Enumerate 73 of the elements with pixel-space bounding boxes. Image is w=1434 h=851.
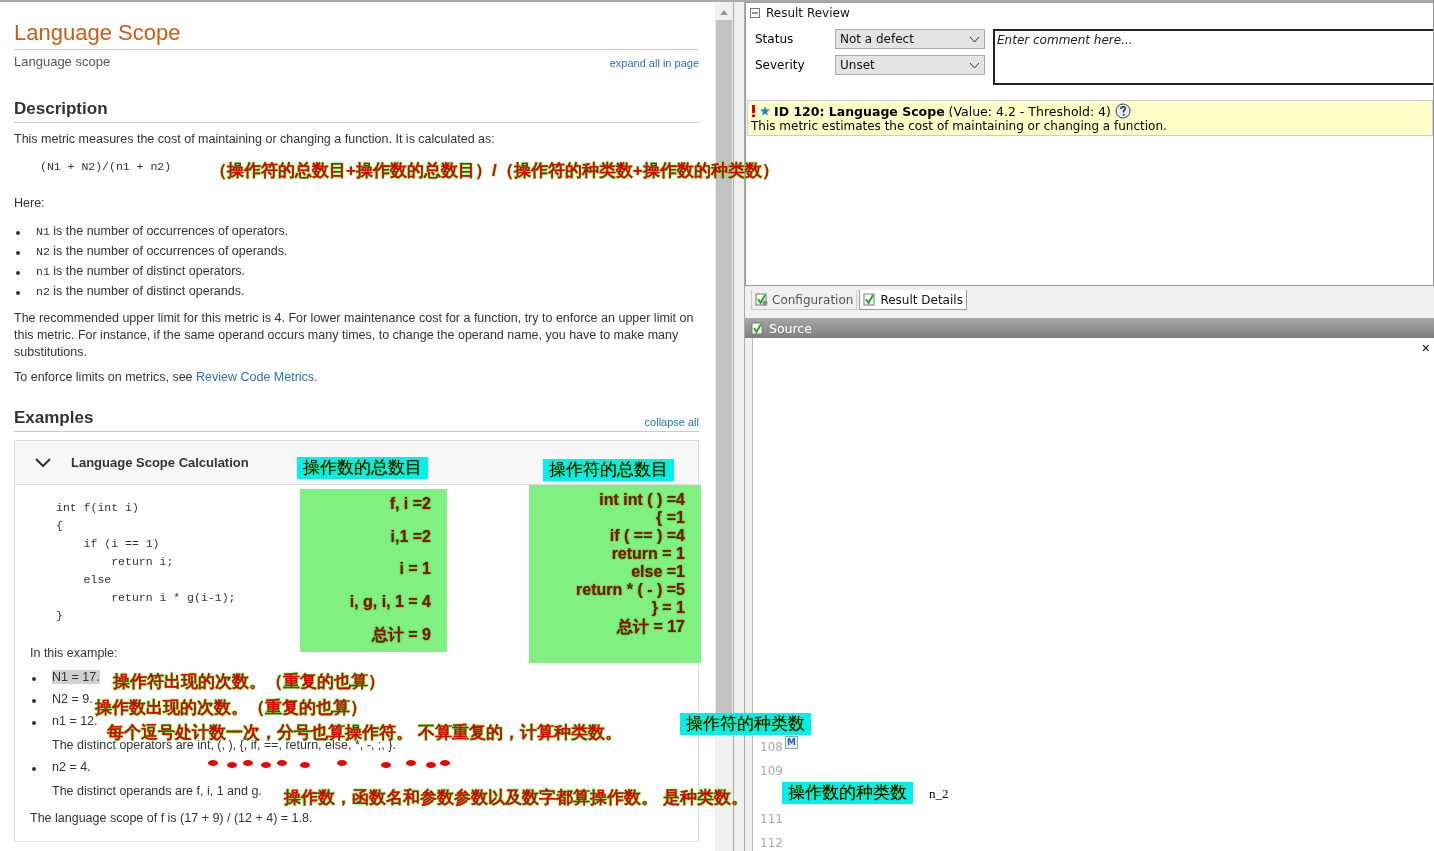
caret-icon [969,61,980,69]
collapse-toggle[interactable] [750,8,760,18]
line-number: 111 [759,812,783,826]
bullet [16,271,20,275]
message-details: (Value: 4.2 - Threshold: 4) [948,103,1111,119]
close-button[interactable]: × [1421,340,1430,356]
star-icon [760,106,770,116]
collapse-all-link[interactable]: collapse all [644,416,699,428]
line-number: 108 [759,740,783,754]
check-icon [863,293,877,306]
caret-icon [969,35,980,43]
source-title: Source [769,320,812,336]
bullet [32,721,36,725]
message-description: This metric estimates the cost of maintaining or changing a function. [751,119,1168,133]
help-icon[interactable] [1114,103,1131,119]
review-metrics-link[interactable]: Review Code Metrics. [196,370,318,384]
example-value: N2 = 9. [52,692,93,706]
bullet [16,251,20,255]
definition-text: N1 is the number of occurrences of operators. [36,224,289,238]
conclusion-text: The language scope of f is (17 + 9) / (12 + 4) = 1.8. [30,810,314,827]
bullet [32,699,36,703]
annotation-box: f, i =2 i,1 =2 i = 1 i, g, i, 1 = 4 总计 = 9 [300,489,447,652]
intro-text: This metric measures the cost of maintaining or changing a function. It is calculated as: [14,131,496,148]
example-intro: In this example: [30,645,119,662]
field-label: Severity [755,58,806,72]
annotation-label: 操作符的种类数 [680,713,811,735]
line-number: 112 [759,836,783,850]
annotation-text: 操作数，函数名和参数参数以及数字都算操作数。 是种类数。 [284,787,748,809]
example-detail: The distinct operands are f, i, 1 and g. [52,784,262,798]
example-value: n1 = 12. [52,714,98,728]
formula: (N1 + N2)/(n1 + n2) [40,160,172,173]
page-subtitle: Language scope [14,54,111,69]
example-value: n2 = 4. [52,760,91,774]
tab[interactable]: Result Details [859,290,967,310]
message-title: ID 120: Language Scope [774,103,945,119]
definition-text: n2 is the number of distinct operands. [36,284,245,298]
expand-all-link[interactable]: expand all in page [609,57,699,69]
limit-paragraph: The recommended upper limit for this metric is 4. For lower maintenance cost for a function, try to enforce an upper limit on this metric. For instance, if the same operand occurs many times, to change the operand name, you have to make many substitutions. [14,310,695,361]
tab[interactable]: Configuration [751,290,858,310]
bullet [32,677,36,681]
bullet [16,231,20,235]
panel-title: Result Review [766,6,850,20]
annotation-label: 操作符的总数目 [543,459,674,481]
page-title: Language Scope [14,20,699,50]
definition-text: n1 is the number of distinct operators. [36,264,246,278]
dropdown[interactable]: Unset [835,55,985,75]
annotation-text: （操作符的总数目+操作数的总数目）/（操作符的种类数+操作数的种类数） [210,160,779,182]
enforce-text: To enforce limits on metrics, see Review Code Metrics. [14,369,319,386]
check-icon [751,321,764,335]
annotation-text: 操作符出现的次数。（重复的也算） [113,671,385,693]
annotation-label: 操作数的总数目 [297,457,428,479]
here-text: Here: [14,195,46,212]
line-number: 109 [759,764,783,778]
minus-icon [752,10,758,16]
section-heading: Description [14,99,699,123]
annotation-label: 操作数的种类数 [782,782,913,804]
field-label: Status [755,32,795,46]
annotation-text: 操作数出现的次数。（重复的也算） [95,697,367,717]
definition-text: N2 is the number of occurrences of operands. [36,244,288,258]
chevron-icon [35,457,51,468]
gear-check-icon [755,293,768,306]
example-value: N1 = 17. [52,670,100,684]
code-text: int f(int i) { if (i == 1) return i; else return i * g(i-1); } [56,500,236,624]
dropdown[interactable]: Not a defect [835,29,985,49]
bullet [16,291,20,295]
exclamation-icon [751,105,756,117]
bookmark-marker: M [785,736,798,749]
scroll-up-icon[interactable] [719,8,729,16]
bullet [32,767,36,771]
comment-field[interactable]: Enter comment here... [993,29,1433,85]
annotation-box: int int ( ) =4 { =1 if ( == ) =4 return = 1 else =1 return * ( - ) =5 } = 1 总计 = 17 [529,485,701,663]
section-heading: Examples [14,408,94,428]
code-text: n_2 [929,786,949,802]
